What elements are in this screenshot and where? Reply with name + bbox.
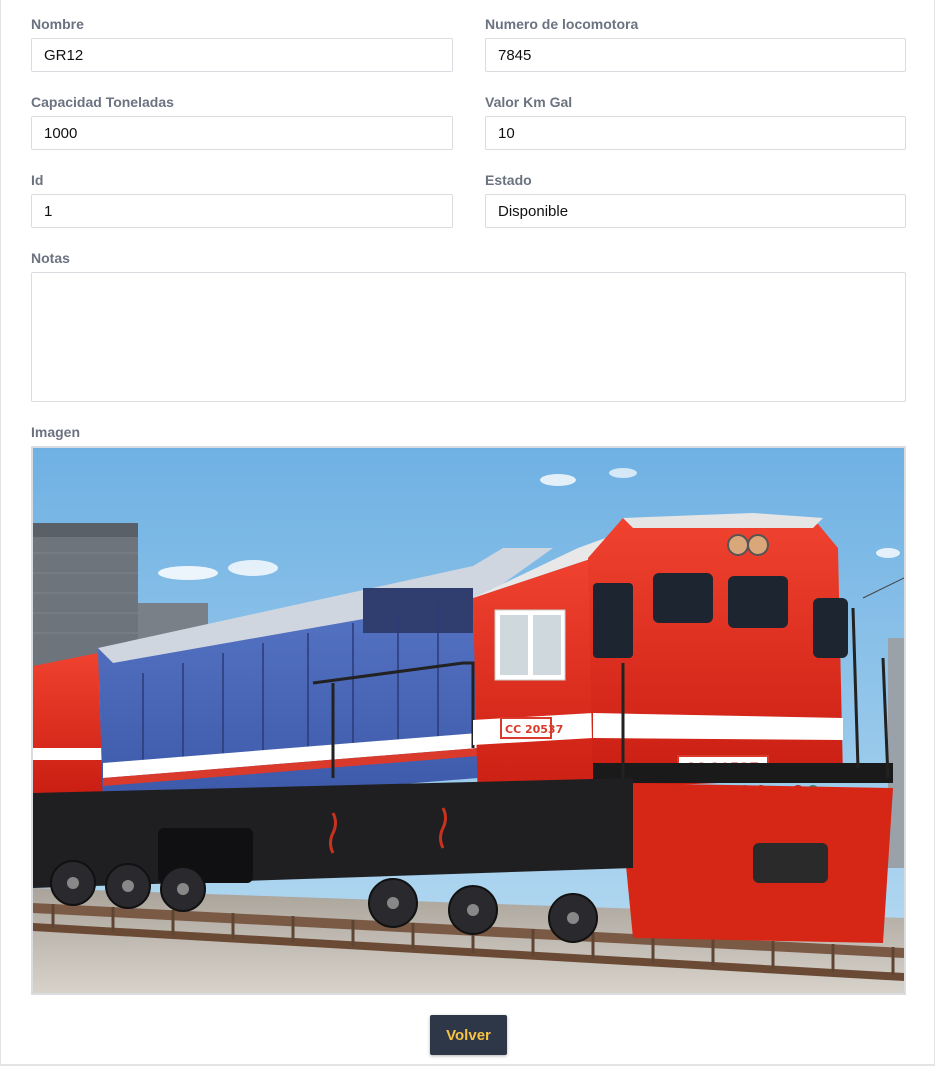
volver-button[interactable]: Volver <box>430 1015 507 1055</box>
notas-textarea[interactable] <box>31 272 906 402</box>
numero-locomotora-input[interactable] <box>485 38 906 72</box>
valor-km-gal-label: Valor Km Gal <box>485 94 573 110</box>
locomotive-image: CC 20537 CC 20537 <box>31 446 906 995</box>
estado-label: Estado <box>485 172 532 188</box>
locomotive-illustration: CC 20537 CC 20537 <box>33 448 904 993</box>
imagen-label: Imagen <box>31 424 81 440</box>
form-container: Nombre Numero de locomotora Capacidad To… <box>0 0 935 1066</box>
nombre-label: Nombre <box>31 16 84 32</box>
capacidad-toneladas-input[interactable] <box>31 116 453 150</box>
estado-input[interactable] <box>485 194 906 228</box>
id-input[interactable] <box>31 194 453 228</box>
capacidad-toneladas-label: Capacidad Toneladas <box>31 94 174 110</box>
svg-text:CC 20537: CC 20537 <box>505 723 563 736</box>
nombre-input[interactable] <box>31 38 453 72</box>
id-label: Id <box>31 172 44 188</box>
numero-locomotora-label: Numero de locomotora <box>485 16 639 32</box>
valor-km-gal-input[interactable] <box>485 116 906 150</box>
notas-label: Notas <box>31 250 70 266</box>
